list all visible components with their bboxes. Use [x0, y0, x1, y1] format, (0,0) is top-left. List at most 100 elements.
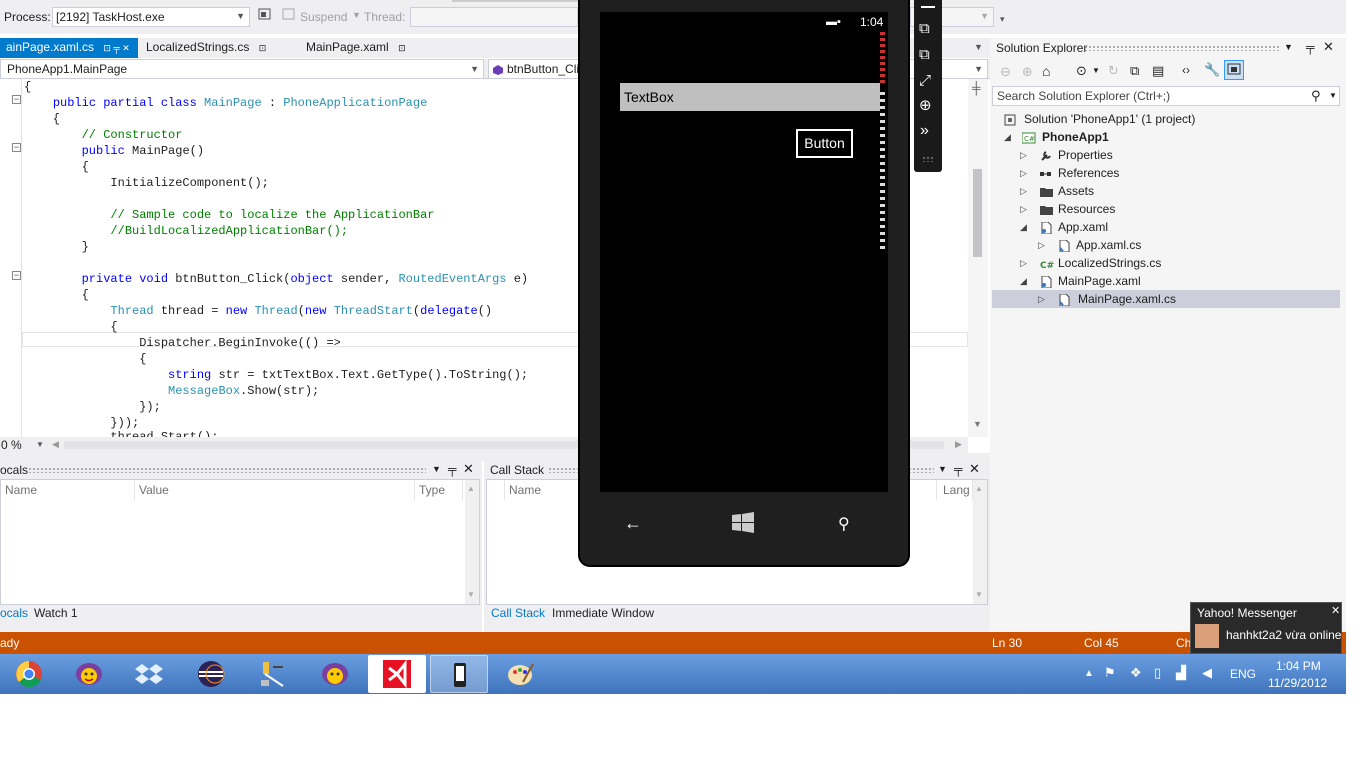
pin-icon[interactable]: ╤: [954, 462, 963, 476]
collapse-icon[interactable]: −: [12, 95, 21, 104]
scroll-down-icon[interactable]: ▼: [973, 419, 982, 429]
expanded-icon[interactable]: ◢: [1020, 272, 1027, 290]
refresh-icon[interactable]: ↻: [1108, 63, 1119, 79]
phone-button[interactable]: Button: [796, 129, 853, 158]
taskbar-dropbox[interactable]: [120, 655, 178, 693]
chevron-down-icon[interactable]: ▼: [1284, 42, 1293, 52]
phone-textbox[interactable]: TextBox: [620, 83, 880, 111]
class-combo[interactable]: PhoneApp1.MainPage ▼: [0, 59, 484, 79]
view-code-icon[interactable]: ‹›: [1182, 63, 1190, 77]
column-header-lang[interactable]: Lang: [939, 480, 973, 500]
expanded-icon[interactable]: ◢: [1004, 128, 1011, 146]
taskbar-phone-emulator[interactable]: [430, 655, 488, 693]
clock-time[interactable]: 1:04 PM: [1276, 659, 1321, 673]
process-combo[interactable]: [2192] TaskHost.exe ▼: [52, 7, 250, 27]
vertical-scrollbar[interactable]: ▲ ▼: [973, 480, 987, 604]
back-icon[interactable]: ←: [624, 513, 642, 534]
taskbar-chrome[interactable]: [0, 655, 58, 693]
tree-item-assets[interactable]: ▷ Assets: [1020, 182, 1094, 200]
zoom-level[interactable]: 0 %: [1, 438, 22, 452]
scroll-up-icon[interactable]: ▲: [467, 484, 475, 493]
taskbar-paint[interactable]: [492, 655, 550, 693]
tab-watch-1[interactable]: Watch 1: [34, 606, 78, 620]
volume-icon[interactable]: ◀: [1202, 665, 1212, 681]
solution-search-input[interactable]: Search Solution Explorer (Ctrl+;) ⚲ ▼: [992, 86, 1340, 106]
chevron-down-icon[interactable]: ▼: [1092, 66, 1100, 75]
chevron-down-icon[interactable]: ▼: [938, 464, 947, 474]
chevron-down-icon[interactable]: ▼: [36, 440, 44, 449]
column-header-name[interactable]: Name: [1, 480, 135, 500]
toolbar-overflow-icon[interactable]: ▾: [1000, 14, 1005, 25]
taskbar-tools[interactable]: [244, 655, 302, 693]
tree-item-solution[interactable]: Solution 'PhoneApp1' (1 project): [1004, 110, 1195, 128]
solution-tree[interactable]: Solution 'PhoneApp1' (1 project) ◢ C# Ph…: [990, 110, 1346, 310]
close-icon[interactable]: ✕: [1331, 604, 1340, 617]
scroll-up-icon[interactable]: ▲: [975, 484, 983, 493]
home-icon[interactable]: ⌂: [1042, 63, 1050, 79]
scroll-down-icon[interactable]: ▼: [975, 590, 983, 599]
scroll-right-icon[interactable]: ▶: [955, 439, 962, 450]
collapse-icon[interactable]: −: [12, 271, 21, 280]
yahoo-notification[interactable]: Yahoo! Messenger ✕ hanhkt2a2 vừa online: [1190, 602, 1342, 654]
collapsed-icon[interactable]: ▷: [1020, 182, 1027, 200]
tree-item-project[interactable]: ◢ C# PhoneApp1: [1004, 128, 1109, 146]
rotate-right-icon[interactable]: ⧉: [919, 46, 930, 63]
tab-locals[interactable]: ocals: [0, 606, 28, 620]
pin-icon[interactable]: ╤: [1306, 40, 1315, 54]
close-icon[interactable]: ✕: [463, 461, 474, 477]
locals-grid[interactable]: Name Value Type ▲ ▼: [0, 479, 480, 605]
clock-date[interactable]: 11/29/2012: [1268, 676, 1327, 690]
chevron-down-icon[interactable]: ▼: [432, 464, 441, 474]
tree-item-localizedstrings-cs[interactable]: ▷ C# LocalizedStrings.cs: [1020, 254, 1161, 272]
taskbar-visual-studio[interactable]: [368, 655, 426, 693]
collapse-icon[interactable]: −: [12, 143, 21, 152]
column-header-value[interactable]: Value: [135, 480, 415, 500]
vertical-scrollbar[interactable]: ▲ ▼: [465, 480, 479, 604]
show-all-files-icon[interactable]: ▤: [1152, 63, 1164, 79]
vertical-scroll-thumb[interactable]: [973, 169, 982, 257]
collapsed-icon[interactable]: ▷: [1020, 254, 1027, 272]
network-icon[interactable]: ▟: [1176, 665, 1186, 681]
properties-icon[interactable]: 🔧: [1204, 62, 1220, 78]
tree-item-mainpage-xaml-cs[interactable]: ▷ MainPage.xaml.cs: [992, 290, 1340, 308]
dropbox-tray-icon[interactable]: ❖: [1130, 665, 1142, 681]
collapsed-icon[interactable]: ▷: [1020, 146, 1027, 164]
expanded-icon[interactable]: ◢: [1020, 218, 1027, 236]
collapsed-icon[interactable]: ▷: [1020, 164, 1027, 182]
tab-mainpage-xaml[interactable]: MainPage.xaml ⊡: [300, 38, 450, 58]
scroll-left-icon[interactable]: ◀: [52, 439, 59, 450]
back-icon[interactable]: ⊖: [1000, 64, 1011, 80]
taskbar-eclipse[interactable]: [182, 655, 240, 693]
zoom-icon[interactable]: ⊕: [919, 96, 932, 114]
tab-localizedstrings-cs[interactable]: LocalizedStrings.cs ⊡: [140, 38, 300, 58]
suspend-label[interactable]: Suspend: [300, 10, 347, 24]
tree-item-properties[interactable]: ▷ Properties: [1020, 146, 1113, 164]
collapsed-icon[interactable]: ▷: [1038, 236, 1045, 254]
tree-item-resources[interactable]: ▷ Resources: [1020, 200, 1115, 218]
tree-item-mainpage-xaml[interactable]: ◢ MainPage.xaml: [1020, 272, 1141, 290]
windows-start-icon[interactable]: [732, 512, 754, 534]
search-icon[interactable]: ⚲: [838, 514, 850, 534]
lifecycle-icon[interactable]: [258, 8, 272, 21]
tree-item-app-xaml[interactable]: ◢ App.xaml: [1020, 218, 1108, 236]
drag-grip[interactable]: [28, 467, 426, 473]
tab-immediate-window[interactable]: Immediate Window: [552, 606, 654, 620]
taskbar-yahoo-messenger-2[interactable]: [306, 655, 364, 693]
tab-mainpage-xaml-cs[interactable]: ainPage.xaml.cs ⊡ ╤ ✕: [0, 38, 138, 58]
tab-call-stack[interactable]: Call Stack: [491, 606, 545, 620]
tab-dropdown-icon[interactable]: ▼: [974, 42, 983, 52]
battery-icon[interactable]: ▯: [1154, 665, 1161, 681]
drag-grip[interactable]: [922, 156, 934, 162]
chevron-down-icon[interactable]: ▼: [1329, 91, 1337, 100]
more-tools-icon[interactable]: »: [920, 122, 929, 140]
pin-icon[interactable]: ⊡ ╤ ✕: [103, 43, 129, 53]
input-language[interactable]: ENG: [1230, 667, 1256, 681]
scroll-down-icon[interactable]: ▼: [467, 590, 475, 599]
minimize-icon[interactable]: [921, 6, 935, 8]
collapsed-icon[interactable]: ▷: [1038, 290, 1045, 308]
taskbar-yahoo-messenger[interactable]: [60, 655, 118, 693]
rotate-left-icon[interactable]: ⧉: [919, 20, 930, 37]
history-icon[interactable]: ⊙: [1076, 63, 1087, 79]
action-center-icon[interactable]: ⚑: [1104, 665, 1116, 681]
tray-expand-icon[interactable]: ▲: [1084, 668, 1094, 679]
